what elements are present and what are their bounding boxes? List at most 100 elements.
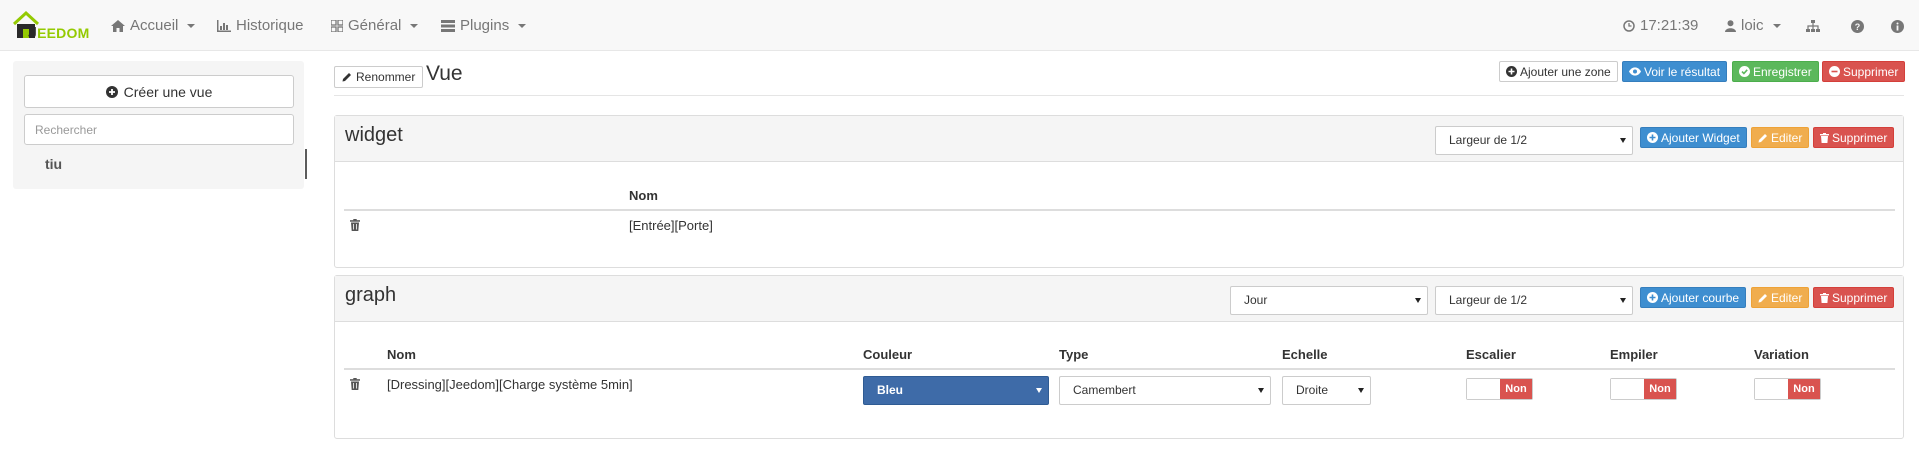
add-widget-label: Ajouter Widget bbox=[1661, 130, 1740, 145]
bar-chart-icon bbox=[217, 20, 231, 32]
pencil-icon bbox=[342, 73, 351, 82]
plus-circle-icon bbox=[1506, 66, 1517, 77]
nav-historique[interactable]: Historique bbox=[217, 15, 304, 37]
column-header-echelle: Echelle bbox=[1282, 347, 1328, 362]
create-view-label: Créer une vue bbox=[123, 83, 213, 100]
type-select[interactable]: Camembert bbox=[1059, 376, 1271, 405]
nav-accueil[interactable]: Accueil bbox=[111, 15, 196, 37]
stack-toggle[interactable]: Non bbox=[1610, 378, 1677, 400]
variation-toggle[interactable]: Non bbox=[1754, 378, 1821, 400]
minus-circle-icon bbox=[1829, 66, 1840, 77]
user-icon bbox=[1725, 20, 1736, 32]
column-header-nom: Nom bbox=[387, 347, 416, 362]
pencil-icon bbox=[1758, 133, 1767, 142]
sitemap-button[interactable] bbox=[1806, 15, 1820, 37]
help-button[interactable]: ? bbox=[1851, 15, 1864, 37]
stair-toggle[interactable]: Non bbox=[1466, 378, 1533, 400]
column-header-escalier: Escalier bbox=[1466, 347, 1516, 362]
grid-icon bbox=[331, 20, 343, 32]
check-circle-icon bbox=[1739, 66, 1750, 77]
stack-toggle-state: Non bbox=[1644, 379, 1676, 399]
scale-select[interactable]: Droite bbox=[1282, 376, 1371, 405]
add-zone-label: Ajouter une zone bbox=[1520, 64, 1611, 79]
nav-plugins-label: Plugins bbox=[460, 17, 510, 34]
delete-zone-button[interactable]: Supprimer bbox=[1813, 127, 1895, 148]
nav-general[interactable]: Général bbox=[331, 15, 419, 37]
color-select[interactable]: Bleu bbox=[863, 376, 1049, 405]
clock: 17:21:39 bbox=[1623, 15, 1698, 37]
sitemap-icon bbox=[1806, 20, 1820, 32]
edit-zone-button[interactable]: Editer bbox=[1751, 287, 1810, 308]
clock-icon bbox=[1623, 20, 1635, 32]
plus-circle-icon bbox=[105, 85, 118, 98]
edit-zone-label: Editer bbox=[1771, 290, 1803, 305]
rename-label: Renommer bbox=[356, 70, 416, 84]
zone-width-select[interactable]: Largeur de 1/2 bbox=[1435, 286, 1633, 315]
graph-row-name: [Dressing][Jeedom][Charge système 5min] bbox=[387, 377, 633, 392]
zone-title: widget bbox=[345, 124, 403, 146]
zone-widget-header: widget Largeur de 1/2 Ajouter Widget Edi… bbox=[335, 116, 1903, 162]
view-sidebar: Créer une vue tiu bbox=[13, 61, 307, 189]
top-navbar: JEEDOM Accueil Historique Général Plugin… bbox=[0, 0, 1919, 51]
add-zone-button[interactable]: Ajouter une zone bbox=[1499, 61, 1618, 82]
table-header-line bbox=[344, 209, 1895, 211]
jeedom-logo[interactable]: JEEDOM bbox=[12, 8, 89, 42]
table-header-line bbox=[344, 368, 1895, 370]
nav-accueil-label: Accueil bbox=[130, 17, 179, 34]
clock-time: 17:21:39 bbox=[1640, 17, 1699, 34]
column-header-empiler: Empiler bbox=[1610, 347, 1658, 362]
zone-graph-header: graph Jour Largeur de 1/2 Ajouter courbe… bbox=[335, 276, 1903, 322]
header-divider bbox=[334, 95, 1904, 96]
trash-icon bbox=[1820, 132, 1829, 143]
logo-text: EEDOM bbox=[37, 25, 90, 41]
view-list-item[interactable]: tiu bbox=[24, 149, 307, 179]
column-header-nom: Nom bbox=[629, 188, 658, 203]
delete-zone-label: Supprimer bbox=[1832, 130, 1888, 145]
rename-button[interactable]: Renommer bbox=[334, 66, 424, 88]
save-button[interactable]: Enregistrer bbox=[1732, 61, 1819, 82]
user-name: loic bbox=[1741, 17, 1764, 34]
stair-toggle-state: Non bbox=[1500, 379, 1532, 399]
create-view-button[interactable]: Créer une vue bbox=[24, 75, 294, 108]
edit-zone-button[interactable]: Editer bbox=[1751, 127, 1810, 148]
delete-view-label: Supprimer bbox=[1843, 64, 1899, 79]
add-curve-button[interactable]: Ajouter courbe bbox=[1640, 287, 1747, 308]
home-icon bbox=[111, 20, 125, 32]
view-title: Vue bbox=[426, 62, 463, 85]
edit-zone-label: Editer bbox=[1771, 130, 1803, 145]
zone-graph: graph Jour Largeur de 1/2 Ajouter courbe… bbox=[334, 275, 1904, 439]
nav-general-label: Général bbox=[348, 17, 402, 34]
zone-title: graph bbox=[345, 284, 397, 306]
info-button[interactable] bbox=[1891, 15, 1904, 37]
nav-plugins[interactable]: Plugins bbox=[441, 15, 527, 37]
see-result-label: Voir le résultat bbox=[1644, 64, 1721, 79]
trash-icon[interactable] bbox=[350, 378, 360, 390]
period-select[interactable]: Jour bbox=[1230, 286, 1428, 315]
see-result-button[interactable]: Voir le résultat bbox=[1622, 61, 1728, 82]
add-curve-label: Ajouter courbe bbox=[1661, 290, 1740, 305]
logo-letter: J bbox=[28, 25, 38, 42]
delete-view-button[interactable]: Supprimer bbox=[1822, 61, 1906, 82]
info-icon bbox=[1891, 19, 1904, 33]
chevron-down-icon bbox=[1772, 24, 1781, 28]
variation-toggle-state: Non bbox=[1788, 379, 1820, 399]
column-header-couleur: Couleur bbox=[863, 347, 913, 362]
pencil-icon bbox=[1758, 293, 1767, 302]
plus-circle-icon bbox=[1647, 132, 1658, 143]
trash-icon[interactable] bbox=[350, 219, 360, 231]
plus-circle-icon bbox=[1647, 292, 1658, 303]
trash-icon bbox=[1820, 292, 1829, 303]
column-header-variation: Variation bbox=[1754, 347, 1809, 362]
add-widget-button[interactable]: Ajouter Widget bbox=[1640, 127, 1747, 148]
search-input[interactable] bbox=[24, 114, 294, 145]
help-icon: ? bbox=[1851, 19, 1864, 33]
zone-width-select[interactable]: Largeur de 1/2 bbox=[1435, 126, 1633, 155]
delete-zone-label: Supprimer bbox=[1832, 290, 1888, 305]
save-label: Enregistrer bbox=[1753, 64, 1812, 79]
widget-row-name: [Entrée][Porte] bbox=[629, 218, 713, 233]
chevron-down-icon bbox=[410, 24, 419, 28]
nav-historique-label: Historique bbox=[236, 17, 304, 34]
list-icon bbox=[441, 20, 455, 32]
user-menu[interactable]: loic bbox=[1725, 15, 1781, 37]
delete-zone-button[interactable]: Supprimer bbox=[1813, 287, 1895, 308]
